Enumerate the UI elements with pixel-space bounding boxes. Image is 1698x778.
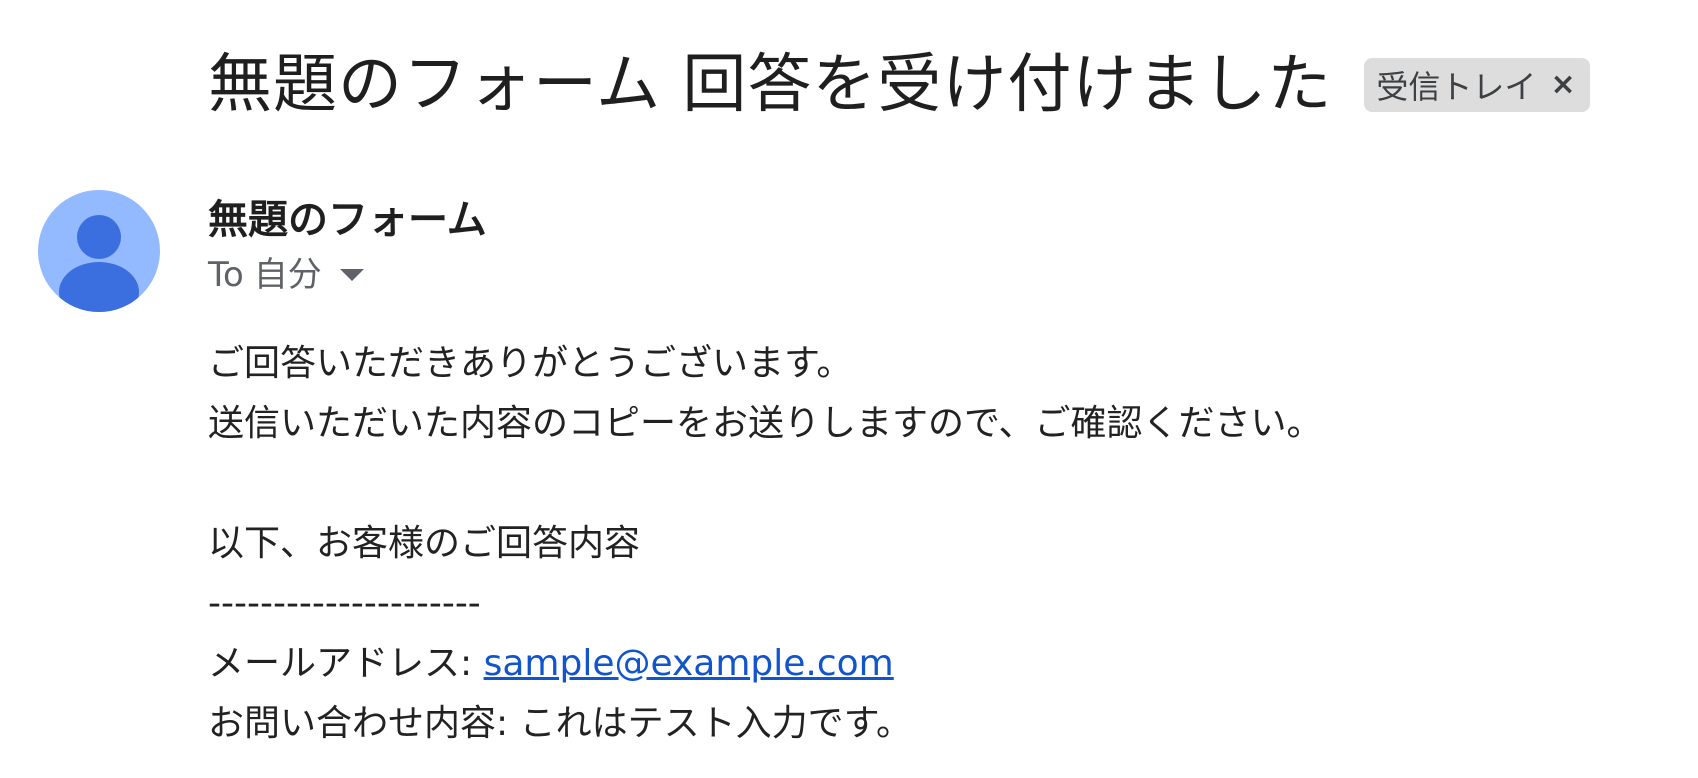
subject-row: 無題のフォーム 回答を受け付けました 受信トレイ × [208, 40, 1590, 130]
recipient-details-toggle[interactable]: To 自分 [208, 250, 487, 300]
body-line-thanks: ご回答いただきありがとうございます。 [208, 343, 853, 384]
body-separator: --------------------- [208, 583, 481, 624]
inbox-label-text: 受信トレイ [1376, 68, 1537, 106]
recipient-name: 自分 [253, 255, 322, 295]
body-line-inquiry: お問い合わせ内容: これはテスト入力です。 [208, 694, 1323, 754]
sender-name[interactable]: 無題のフォーム [208, 192, 487, 248]
close-icon[interactable]: × [1550, 70, 1575, 100]
body-line-copy-notice: 送信いただいた内容のコピーをお送りしますので、ご確認ください。 [208, 403, 1323, 444]
sender-avatar[interactable] [38, 190, 160, 312]
email-body: ご回答いただきありがとうございます。 送信いただいた内容のコピーをお送りしますの… [208, 334, 1323, 754]
body-line-response-heading: 以下、お客様のご回答内容 [208, 523, 641, 564]
to-label: To [208, 255, 244, 295]
inquiry-value: これはテスト入力です。 [519, 703, 912, 744]
chevron-down-icon[interactable] [339, 269, 364, 281]
person-icon [59, 215, 139, 312]
email-link[interactable]: sample@example.com [484, 643, 894, 684]
email-subject: 無題のフォーム 回答を受け付けました [208, 48, 1333, 122]
email-field-label: メールアドレス: [208, 643, 484, 684]
inbox-label-chip[interactable]: 受信トレイ × [1364, 58, 1590, 112]
body-line-email: メールアドレス: sample@example.com [208, 634, 1323, 694]
inquiry-field-label: お問い合わせ内容: [208, 703, 520, 744]
sender-block: 無題のフォーム To 自分 [208, 192, 487, 300]
